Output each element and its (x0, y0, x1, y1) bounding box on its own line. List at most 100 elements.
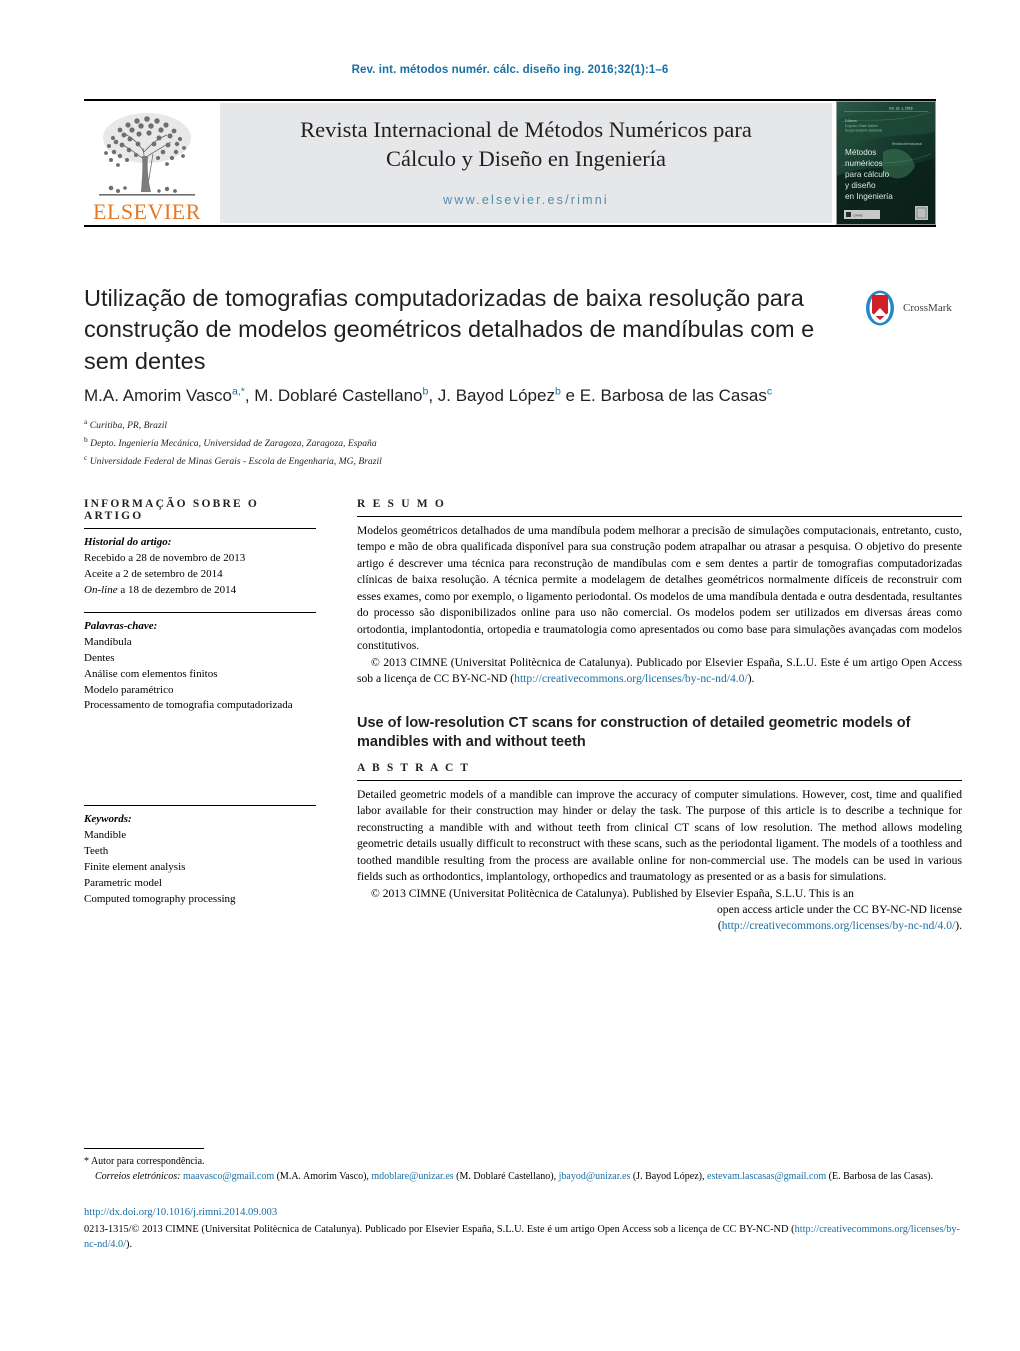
title-container: Utilização de tomografias computadorizad… (84, 283, 854, 377)
journal-masthead: ELSEVIER Revista Internacional de Método… (84, 99, 936, 227)
abstract-copyright-line-2: open access article under the CC BY-NC-N… (716, 902, 962, 916)
journal-title-line-1: Revista Internacional de Métodos Numéric… (300, 117, 752, 142)
article-info-heading: INFORMAÇÃO SOBRE O ARTIGO (84, 498, 260, 522)
email-owner-4: (E. Barbosa de las Casas). (828, 1171, 934, 1182)
svg-text:Eugenio Oñate Ibañez: Eugenio Oñate Ibañez (845, 124, 878, 128)
doi-link[interactable]: http://dx.doi.org/10.1016/j.rimni.2014.0… (84, 1207, 277, 1218)
affiliation-marker: b (84, 435, 88, 445)
email-link-3[interactable]: jbayod@unizar.es (559, 1171, 631, 1182)
svg-text:Vol. 32, 1, 2016: Vol. 32, 1, 2016 (889, 107, 913, 111)
svg-text:en Ingeniería: en Ingeniería (845, 192, 893, 201)
keywords-pt-label: Palavras-chave: (84, 619, 158, 632)
affiliation-marker: c (84, 453, 88, 463)
affiliation-marker: a (84, 417, 88, 426)
elsevier-wordmark: ELSEVIER (93, 199, 201, 224)
page-title: Utilização de tomografias computadorizad… (84, 285, 815, 374)
resumo-copyright-tail: ). (747, 672, 755, 686)
svg-text:numéricos: numéricos (845, 159, 883, 168)
affiliation-item: a Curitiba, PR, Brazil (84, 416, 784, 434)
history-online-prefix: On-line (84, 583, 118, 596)
resumo-copyright: © 2013 CIMNE (Universitat Politècnica de… (357, 655, 962, 688)
paren-close: ). (955, 919, 962, 933)
affiliation-text: Universidade Federal de Minas Gerais - E… (89, 456, 382, 468)
svg-text:Sergio Idelsohn Bárbaras: Sergio Idelsohn Bárbaras (845, 129, 883, 133)
history-accepted: Aceite a 2 de setembro de 2014 (84, 567, 223, 580)
elsevier-tree-icon (99, 113, 195, 196)
issn-copyright-line: 0213-1315/© 2013 CIMNE (Universitat Poli… (84, 1222, 960, 1253)
journal-title-band: Revista Internacional de Métodos Numéric… (220, 103, 832, 223)
affiliation-item: b Depto. Ingeniería Mecánica, Universida… (84, 434, 784, 452)
doi-line: http://dx.doi.org/10.1016/j.rimni.2014.0… (84, 1205, 954, 1221)
abstract-license: (http://creativecommons.org/licenses/by-… (357, 918, 962, 934)
english-title: Use of low-resolution CT scans for const… (357, 714, 911, 750)
corresponding-marker: * (84, 1156, 89, 1167)
email-link-4[interactable]: estevam.lascasas@gmail.com (707, 1171, 826, 1182)
divider (357, 779, 962, 781)
journal-title: Revista Internacional de Métodos Numéric… (300, 116, 752, 174)
footnotes: * Autor para correspondência. Correios e… (84, 1154, 944, 1184)
svg-text:para cálculo: para cálculo (845, 170, 890, 179)
abstract-heading: A B S T R A C T (357, 761, 471, 774)
author-list: M.A. Amorim Vascoa,*, M. Doblaré Castell… (84, 385, 914, 407)
history-received: Recebido a 28 de novembro de 2013 (84, 551, 246, 564)
abstract-copyright-line-1: © 2013 CIMNE (Universitat Politècnica de… (371, 886, 854, 900)
email-owner-3: (J. Bayod López), (632, 1171, 705, 1182)
keyword-item: Processamento de tomografia computadoriz… (84, 699, 293, 712)
authors-text: M.A. Amorim Vascoa,*, M. Doblaré Castell… (84, 385, 773, 405)
paren-close: ). (126, 1239, 133, 1251)
keyword-item: Análise com elementos finitos (84, 667, 218, 680)
email-owner-2: (M. Doblaré Castellano), (456, 1171, 557, 1182)
keywords-en-label: Keywords: (84, 813, 132, 826)
article-title-page: Rev. int. métodos numér. cálc. diseño in… (0, 0, 1020, 1351)
affiliation-list: a Curitiba, PR, Brazil b Depto. Ingenier… (84, 416, 784, 470)
email-link-2[interactable]: mdoblare@unizar.es (371, 1171, 453, 1182)
email-owner-1: (M.A. Amorim Vasco), (276, 1171, 369, 1182)
svg-text:Métodos: Métodos (845, 148, 876, 157)
keyword-item: Teeth (84, 845, 109, 858)
crossmark-label: CrossMark (903, 302, 952, 314)
svg-text:CIMNE: CIMNE (853, 213, 863, 217)
issn-copyright-text: 0213-1315/© 2013 CIMNE (Universitat Poli… (84, 1224, 789, 1235)
cover-art: Vol. 32, 1, 2016 Editores: Eugenio Oñate… (837, 102, 935, 224)
resumo-license-link[interactable]: http://creativecommons.org/licenses/by-n… (514, 672, 748, 685)
abstract-license-link[interactable]: http://creativecommons.org/licenses/by-n… (722, 919, 956, 932)
history-online: On-line a 18 de dezembro de 2014 (84, 583, 316, 599)
history-online-date: a 18 de dezembro de 2014 (117, 583, 237, 596)
affiliation-text: Curitiba, PR, Brazil (89, 420, 168, 432)
divider (84, 528, 316, 529)
keyword-item: Dentes (84, 651, 115, 664)
journal-title-line-2: Cálculo y Diseño en Ingeniería (386, 145, 666, 171)
abstract-column: R E S U M O Modelos geométricos detalhad… (357, 498, 962, 935)
resumo-heading: R E S U M O (357, 498, 447, 510)
emails-label: Correios eletrónicos: (95, 1171, 181, 1182)
divider (84, 611, 316, 613)
affiliation-text: Depto. Ingeniería Mecánica, Universidad … (90, 438, 377, 450)
journal-homepage-link[interactable]: www.elsevier.es/rimni (443, 193, 609, 207)
running-head: Rev. int. métodos numér. cálc. diseño in… (351, 64, 669, 76)
keyword-item: Mandible (84, 829, 127, 842)
keyword-item: Parametric model (84, 877, 162, 890)
affiliation-item: c Universidade Federal de Minas Gerais -… (84, 452, 784, 470)
corresponding-text: Autor para correspondência. (90, 1156, 205, 1167)
resumo-body: Modelos geométricos detalhados de uma ma… (357, 524, 962, 653)
corresponding-author-note: * Autor para correspondência. (84, 1154, 944, 1169)
divider (357, 516, 962, 517)
divider (84, 805, 316, 807)
keyword-item: Computed tomography processing (84, 893, 236, 906)
email-link-1[interactable]: maavasco@gmail.com (183, 1171, 274, 1182)
crossmark-badge[interactable]: CrossMark (862, 287, 960, 329)
keyword-item: Mandíbula (84, 635, 132, 648)
svg-text:y diseño: y diseño (845, 181, 876, 190)
elsevier-logo: ELSEVIER (84, 103, 210, 223)
keyword-item: Finite element analysis (84, 861, 186, 874)
article-info-column: INFORMAÇÃO SOBRE O ARTIGO Historial do a… (84, 498, 316, 908)
journal-cover-thumbnail: Vol. 32, 1, 2016 Editores: Eugenio Oñate… (836, 101, 936, 225)
crossmark-icon (866, 290, 894, 326)
abstract-body: Detailed geometric models of a mandible … (357, 787, 962, 884)
email-note: Correios eletrónicos: maavasco@gmail.com… (84, 1169, 944, 1184)
keyword-item: Modelo paramétrico (84, 683, 174, 696)
svg-text:Editores:: Editores: (845, 119, 858, 123)
history-label: Historial do artigo: (84, 536, 172, 548)
svg-text:Revista Internacional: Revista Internacional (892, 142, 922, 146)
footer-divider (84, 1148, 204, 1149)
